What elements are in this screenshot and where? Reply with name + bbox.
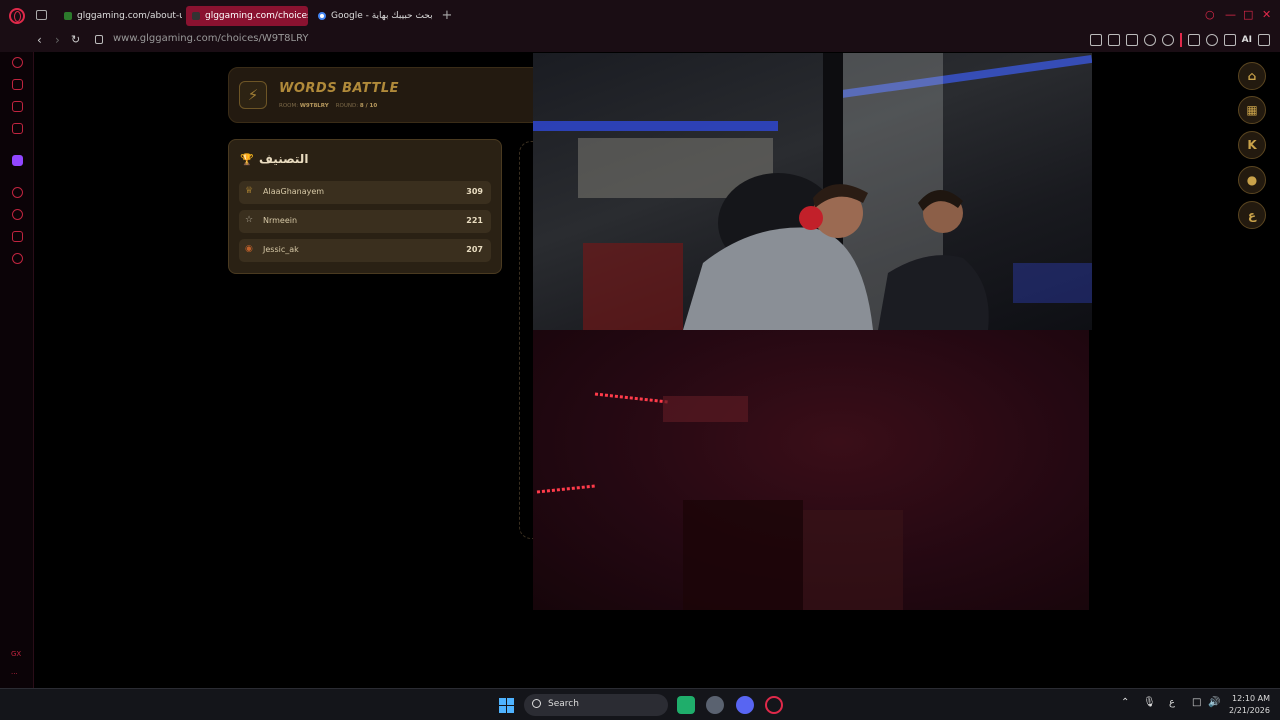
taskbar-clock[interactable]: 12:10 AM 2/21/2026 — [1226, 693, 1270, 717]
opera-logo-icon[interactable] — [9, 8, 25, 24]
reload-button[interactable]: ↻ — [71, 33, 80, 46]
tab-overview-icon[interactable] — [36, 10, 47, 20]
snapshot-icon[interactable] — [1107, 34, 1120, 46]
search-tabs-icon[interactable]: ○ — [1205, 8, 1215, 21]
ranking-panel: 🏆 التصنيف ♕ AlaaGhanayem 309 ☆ Nrmeein 2… — [228, 139, 502, 274]
forward-button[interactable]: › — [55, 33, 60, 47]
input-language[interactable]: ع — [1169, 697, 1175, 708]
site-favicon-icon — [64, 12, 72, 20]
gx-control-icon[interactable] — [12, 57, 23, 68]
room-code: W9T8LRY — [299, 103, 329, 109]
search-icon — [532, 699, 541, 708]
tray-chevron-icon[interactable]: ⌃ — [1121, 697, 1129, 708]
windows-taskbar: Search ⌃ 🎙 ع □ 🔊 12:10 AM 2/21/2026 — [0, 688, 1280, 720]
history-icon[interactable] — [12, 187, 23, 198]
close-button[interactable]: ✕ — [1262, 8, 1271, 21]
tab-google-search[interactable]: Google - بحث حبيبك بهاية — [312, 6, 434, 26]
ranking-row: ☆ Nrmeein 221 — [239, 210, 491, 233]
aria-ai-button[interactable]: AI — [1242, 35, 1252, 45]
sidebar-more-button[interactable]: ··· — [11, 670, 18, 678]
discord-icon[interactable]: ● — [1238, 166, 1266, 194]
toolbar-divider — [1179, 33, 1182, 47]
settings-icon[interactable] — [12, 253, 23, 264]
windows-start-icon[interactable] — [499, 698, 514, 713]
browser-sidebar: GX ··· — [0, 52, 34, 688]
extensions-icon[interactable] — [1187, 34, 1200, 46]
opera-gx-app-icon[interactable] — [765, 696, 783, 714]
round-value: 8 / 10 — [359, 103, 378, 109]
minimize-button[interactable]: — — [1225, 8, 1236, 21]
menu-icon[interactable] — [1258, 34, 1270, 46]
webcam-video-players — [533, 53, 1092, 330]
extensions-sidebar-icon[interactable] — [12, 231, 23, 242]
webcam-scene-illustration — [533, 53, 1092, 330]
gx-store-icon[interactable] — [12, 101, 23, 112]
language-button[interactable]: ع — [1238, 201, 1266, 229]
vpn-icon[interactable] — [1205, 34, 1218, 46]
gx-corner-icon[interactable] — [12, 79, 23, 90]
ranking-title: التصنيف — [259, 152, 309, 166]
address-bar-row: ‹ › ↻ www.glggaming.com/choices/W9T8LRY … — [0, 30, 1280, 52]
lightning-icon: ⚡ — [239, 81, 267, 109]
game-header-card: ⚡ WORDS BATTLE ROOM: W9T8LRY ROUND: 8 / … — [228, 67, 558, 123]
settings-app-icon[interactable] — [706, 696, 724, 714]
ranking-row: ◉ Jessic_ak 207 — [239, 239, 491, 262]
adblock-icon[interactable] — [1125, 34, 1138, 46]
discord-app-icon[interactable] — [736, 696, 754, 714]
home-icon[interactable]: ⌂ — [1238, 62, 1266, 90]
lock-icon[interactable] — [95, 35, 103, 44]
heart-icon[interactable] — [1161, 34, 1174, 46]
network-icon[interactable]: □ — [1192, 697, 1201, 708]
app-icon-green[interactable] — [677, 696, 695, 714]
ranking-row: ♕ AlaaGhanayem 309 — [239, 181, 491, 204]
player-sidebar-icon[interactable] — [12, 123, 23, 134]
clock-icon[interactable] — [12, 209, 23, 220]
game-title: WORDS BATTLE — [279, 81, 400, 96]
address-input[interactable]: www.glggaming.com/choices/W9T8LRY — [113, 33, 309, 44]
gx-label[interactable]: GX — [11, 650, 21, 658]
player-icon[interactable] — [1143, 34, 1156, 46]
volume-icon[interactable]: 🔊 — [1208, 697, 1220, 708]
twitch-icon[interactable] — [12, 155, 23, 166]
trophy-icon: 🏆 — [240, 153, 254, 166]
kick-button[interactable]: K — [1238, 131, 1266, 159]
browser-tab-bar: glggaming.com/about-us glggaming.com/cho… — [0, 0, 1280, 30]
crown-icon: ♕ — [245, 186, 254, 196]
new-tab-button[interactable]: + — [440, 8, 454, 23]
tab-choices[interactable]: glggaming.com/choices/V — [186, 6, 308, 26]
gamepad-icon[interactable]: ▦ — [1238, 96, 1266, 124]
microphone-icon[interactable]: 🎙 — [1143, 697, 1156, 708]
tab-about-us[interactable]: glggaming.com/about-us — [58, 6, 182, 26]
taskbar-search[interactable]: Search — [524, 694, 668, 716]
back-button[interactable]: ‹ — [37, 33, 42, 47]
maximize-button[interactable]: □ — [1243, 8, 1253, 21]
medal-icon: ◉ — [245, 244, 253, 254]
trophy-icon: ☆ — [245, 215, 254, 225]
webcam-lower-view — [533, 330, 1089, 610]
game-meta: ROOM: W9T8LRY ROUND: 8 / 10 — [279, 103, 378, 109]
google-favicon-icon — [318, 12, 326, 20]
browser-toolbar: AI — [1089, 33, 1270, 47]
download-icon[interactable] — [1223, 34, 1236, 46]
webcam-lower-scene-illustration — [536, 392, 903, 610]
bookmark-icon[interactable] — [1089, 34, 1102, 46]
site-favicon-icon — [192, 12, 200, 20]
